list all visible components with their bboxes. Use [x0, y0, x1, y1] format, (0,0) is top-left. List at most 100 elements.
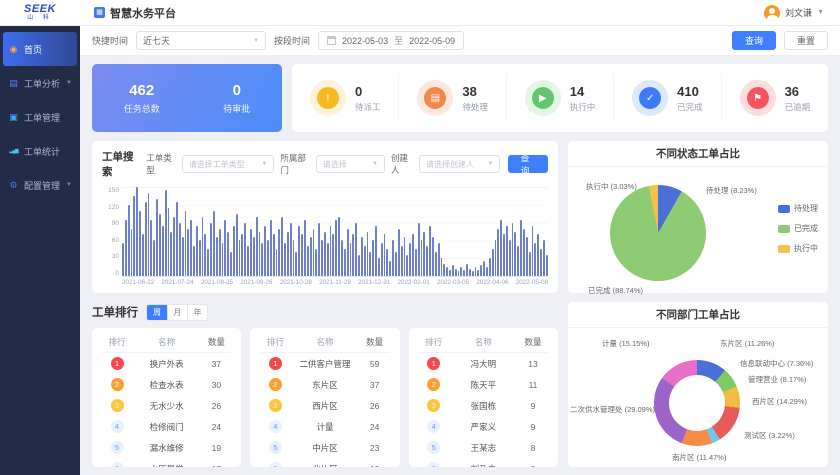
bar	[176, 202, 178, 276]
date-end[interactable]: 2022-05-09	[409, 36, 455, 46]
stat-value: 410	[677, 84, 703, 99]
bar	[145, 202, 147, 276]
bar	[230, 252, 232, 276]
bar	[480, 265, 482, 276]
department-placeholder: 请选择	[323, 159, 347, 170]
bar	[441, 258, 443, 276]
bar	[264, 226, 266, 276]
stat-text: 36已逾期	[785, 84, 811, 113]
bar	[392, 240, 394, 276]
table-header: 排行名称数量	[419, 332, 548, 353]
row-name: 张国栋	[449, 400, 518, 412]
bar	[401, 246, 403, 276]
chevron-down-icon: ▼	[817, 9, 824, 16]
gear-icon: ⚙	[8, 180, 19, 191]
search-button[interactable]: 查询	[732, 31, 776, 50]
department-donut-panel: 不同部门工单占比 计量 (15.15%) 东片区 (11.26%) 信息联动中心…	[568, 302, 828, 467]
bar	[301, 234, 303, 276]
bar	[506, 226, 508, 276]
rank-medal-icon: 4	[427, 420, 440, 433]
stat-label: 待派工	[355, 101, 381, 113]
table-row: 2陈天平11	[419, 374, 548, 395]
donut-label: 西片区 (14.29%)	[752, 396, 807, 407]
bar	[313, 229, 315, 276]
ranking-section: 工单排行 周月年 排行名称数量1换户外表372检查水表303无水少水264检修阀…	[92, 302, 558, 467]
bar	[458, 271, 460, 276]
sidebar-item-home[interactable]: ◉首页	[3, 32, 77, 66]
ranking-tab-年[interactable]: 年	[187, 305, 207, 320]
legend-item[interactable]: 待处理	[778, 203, 818, 214]
legend-item[interactable]: 执行中	[778, 243, 818, 254]
calendar-icon	[327, 36, 336, 45]
x-tick: 2021-11-29	[319, 279, 351, 289]
sidebar-item-order-analysis[interactable]: ▤工单分析▼	[0, 66, 80, 100]
bar	[523, 229, 525, 276]
warning-icon: !	[310, 80, 346, 116]
bar	[318, 223, 320, 276]
avatar[interactable]	[764, 5, 780, 21]
bar	[310, 237, 312, 276]
sidebar-item-config-management[interactable]: ⚙配置管理▼	[0, 168, 80, 202]
status-pie-title: 不同状态工单占比	[568, 141, 828, 167]
sidebar-item-label: 首页	[24, 43, 42, 56]
row-value: 26	[360, 401, 390, 411]
chart-search-button[interactable]: 查询	[508, 155, 548, 173]
bar	[267, 240, 269, 276]
rank-medal-icon: 1	[269, 357, 282, 370]
sidebar-item-order-statistics[interactable]: ▂▄▆工单统计	[0, 134, 80, 168]
bar	[304, 220, 306, 276]
date-range-picker[interactable]: 2022-05-03 至 2022-05-09	[318, 31, 464, 50]
status-stats-card: !0待派工▤38待处理▶14执行中✓410已完成⚑36已逾期	[292, 64, 828, 132]
list-icon: ▤	[8, 78, 19, 89]
ranking-header: 工单排行 周月年	[92, 302, 558, 322]
donut-label: 计量 (15.15%)	[602, 338, 650, 349]
bar	[133, 196, 135, 276]
sidebar-item-label: 工单统计	[24, 145, 60, 158]
department-donut-title: 不同部门工单占比	[568, 302, 828, 328]
chevron-down-icon: ▼	[481, 161, 493, 167]
order-search-title: 工单搜索	[102, 149, 138, 179]
table-row: 4检修阀门24	[102, 416, 231, 437]
bar	[497, 229, 499, 276]
bar	[389, 261, 391, 276]
creator-label: 创建人	[391, 152, 413, 176]
legend-swatch	[778, 225, 790, 233]
ranking-tab-周[interactable]: 周	[147, 305, 167, 320]
creator-select[interactable]: 请选择创建人 ▼	[419, 155, 500, 173]
donut-label: 二次供水管理处 (29.09%)	[570, 404, 655, 415]
legend-item[interactable]: 已完成	[778, 223, 818, 234]
bar	[517, 246, 519, 276]
ranking-tab-月[interactable]: 月	[167, 305, 187, 320]
sidebar-item-order-management[interactable]: ▣工单管理	[0, 100, 80, 134]
bar	[446, 267, 448, 276]
stat-value: 0	[355, 84, 381, 99]
stat-text: 14执行中	[570, 84, 596, 113]
row-value: 24	[201, 422, 231, 432]
stat-text: 38待处理	[462, 84, 488, 113]
bar	[412, 234, 414, 276]
username: 刘文谦	[785, 6, 812, 19]
bar	[534, 243, 536, 276]
reset-button[interactable]: 重置	[784, 31, 828, 50]
stat-label: 执行中	[570, 101, 596, 113]
row-value: 23	[360, 443, 390, 453]
bar	[122, 243, 124, 276]
legend-label: 待处理	[794, 203, 818, 214]
status-pie-body: 执行中 (3.03%) 待处理 (8.23%) 已完成 (88.74%) 待处理…	[568, 167, 828, 293]
bar	[460, 267, 462, 276]
quick-time-select[interactable]: 近七天 ▼	[136, 31, 266, 50]
date-start[interactable]: 2022-05-03	[342, 36, 388, 46]
department-select[interactable]: 请选择 ▼	[316, 155, 385, 173]
bar	[344, 249, 346, 276]
app-window: SEEK 山 科 ▦ 智慧水务平台 刘文谦 ▼ ◉首页▤工单分析▼▣工单管理▂▄…	[0, 0, 840, 475]
row-value: 30	[201, 380, 231, 390]
order-type-select[interactable]: 请选择工单类型 ▼	[182, 155, 275, 173]
col-name: 名称	[290, 336, 359, 348]
x-tick: 2022-02-01	[397, 279, 429, 289]
y-tick: 120	[108, 204, 119, 211]
user-menu[interactable]: 刘文谦 ▼	[764, 5, 840, 21]
quick-time-value: 近七天	[143, 34, 170, 47]
stat-item: ! 0 待派工	[292, 74, 398, 122]
row-name: 检查水表	[132, 379, 201, 391]
row-value: 59	[360, 359, 390, 369]
